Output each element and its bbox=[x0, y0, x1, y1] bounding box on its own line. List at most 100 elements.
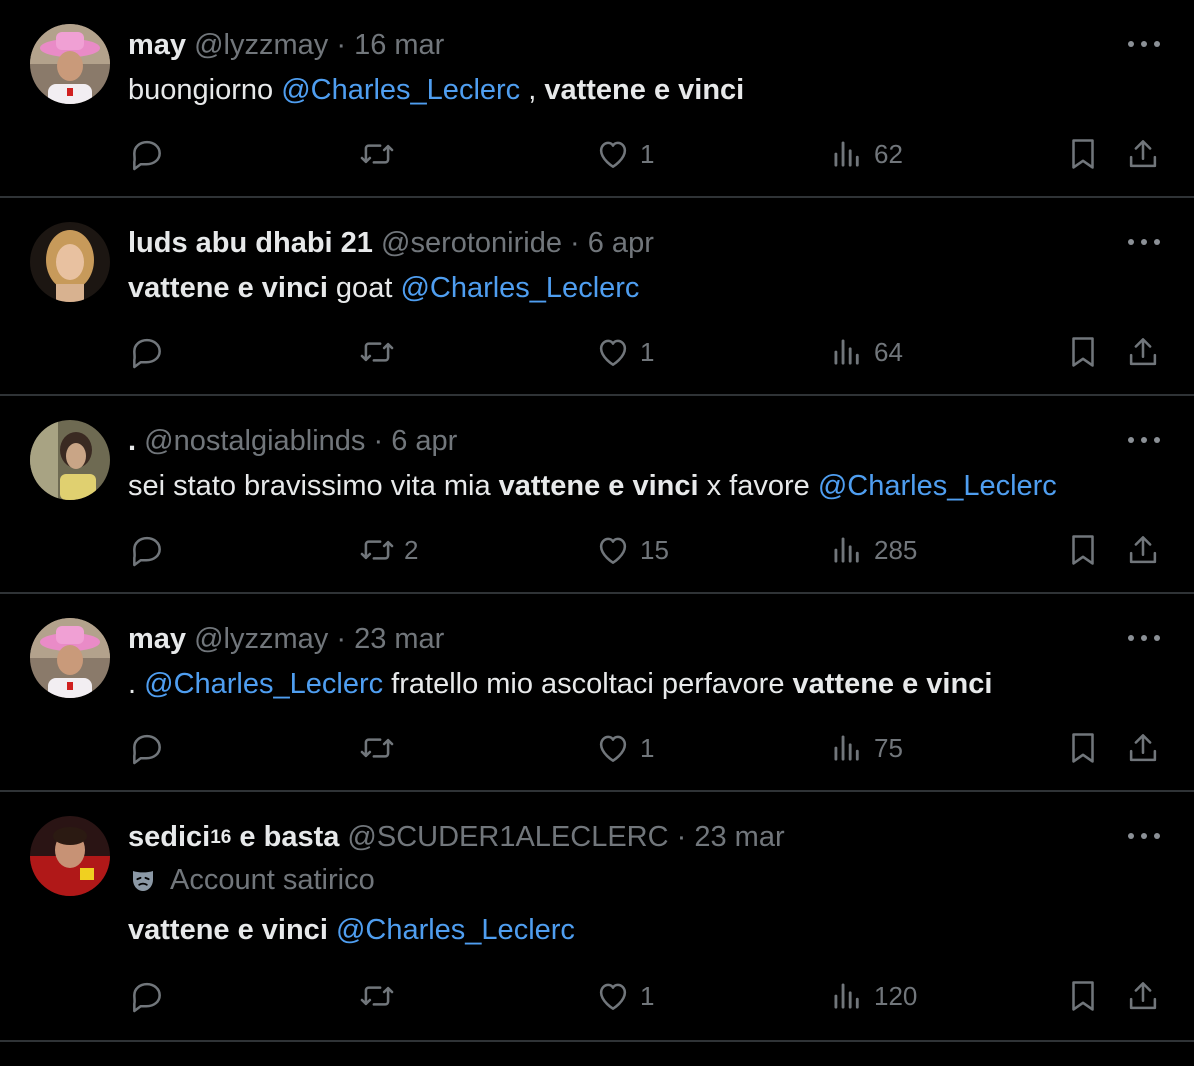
tweet-header: . @nostalgiablinds · 6 apr bbox=[128, 424, 457, 458]
retweet-icon bbox=[360, 342, 394, 362]
avatar[interactable] bbox=[30, 816, 110, 896]
reply-button[interactable] bbox=[128, 530, 174, 570]
display-name-superscript: 16 bbox=[210, 827, 232, 848]
bookmark-icon bbox=[1072, 139, 1094, 169]
reply-icon bbox=[133, 338, 161, 369]
like-button[interactable]: 1 bbox=[594, 332, 654, 372]
display-name[interactable]: may bbox=[128, 29, 186, 61]
tweet-actions: 1 64 bbox=[128, 332, 1194, 372]
bold-phrase: vattene e vinci bbox=[128, 272, 328, 304]
like-button[interactable]: 1 bbox=[594, 728, 654, 768]
retweet-button[interactable] bbox=[358, 976, 404, 1016]
tweet-date[interactable]: 23 mar bbox=[694, 821, 784, 853]
retweet-button[interactable]: 2 bbox=[358, 530, 418, 570]
like-button[interactable]: 1 bbox=[594, 134, 654, 174]
text-part: buongiorno bbox=[128, 74, 282, 106]
like-button[interactable]: 1 bbox=[594, 976, 654, 1016]
views-button[interactable]: 64 bbox=[828, 332, 903, 372]
text-part: sei stato bravissimo vita mia bbox=[128, 470, 499, 502]
separator-dot: · bbox=[365, 425, 392, 457]
mention-link[interactable]: @Charles_Leclerc bbox=[400, 272, 639, 304]
reply-button[interactable] bbox=[128, 134, 174, 174]
share-button[interactable] bbox=[1124, 134, 1162, 174]
bookmark-button[interactable] bbox=[1064, 134, 1102, 174]
tweet-date[interactable]: 6 apr bbox=[391, 425, 457, 457]
like-icon bbox=[599, 983, 627, 1010]
reply-icon bbox=[133, 140, 161, 171]
views-icon bbox=[834, 537, 859, 563]
more-icon[interactable] bbox=[1128, 232, 1160, 252]
user-handle[interactable]: @lyzzmay bbox=[194, 29, 328, 61]
share-button[interactable] bbox=[1124, 530, 1162, 570]
reply-button[interactable] bbox=[128, 728, 174, 768]
user-handle[interactable]: @lyzzmay bbox=[194, 623, 328, 655]
satire-mask-icon bbox=[133, 870, 153, 891]
display-name-text: sedici bbox=[128, 821, 211, 853]
bookmark-button[interactable] bbox=[1064, 976, 1102, 1016]
share-icon bbox=[1129, 536, 1157, 564]
avatar[interactable] bbox=[30, 420, 110, 500]
reply-button[interactable] bbox=[128, 976, 174, 1016]
bookmark-icon bbox=[1072, 981, 1094, 1011]
share-button[interactable] bbox=[1124, 976, 1162, 1016]
tweet-date[interactable]: 23 mar bbox=[354, 623, 444, 655]
bookmark-button[interactable] bbox=[1064, 332, 1102, 372]
user-handle[interactable]: @serotoniride bbox=[381, 227, 562, 259]
display-name[interactable]: luds abu dhabi 21 bbox=[128, 227, 373, 259]
tweet-text: vattene e vinci goat @Charles_Leclerc bbox=[128, 270, 639, 306]
tweet[interactable]: luds abu dhabi 21 @serotoniride · 6 apr … bbox=[0, 198, 1194, 396]
mention-link[interactable]: @Charles_Leclerc bbox=[281, 74, 520, 106]
display-name[interactable]: may bbox=[128, 623, 186, 655]
more-icon[interactable] bbox=[1128, 826, 1160, 846]
more-icon[interactable] bbox=[1128, 628, 1160, 648]
bookmark-button[interactable] bbox=[1064, 530, 1102, 570]
account-label-text: Account satirico bbox=[170, 864, 375, 896]
views-button[interactable]: 285 bbox=[828, 530, 917, 570]
more-icon[interactable] bbox=[1128, 430, 1160, 450]
tweet[interactable]: . @nostalgiablinds · 6 apr sei stato bra… bbox=[0, 396, 1194, 594]
views-button[interactable]: 75 bbox=[828, 728, 903, 768]
like-button[interactable]: 15 bbox=[594, 530, 669, 570]
avatar[interactable] bbox=[30, 24, 110, 104]
avatar-image bbox=[30, 420, 110, 500]
retweet-button[interactable] bbox=[358, 728, 404, 768]
avatar[interactable] bbox=[30, 222, 110, 302]
separator-dot: · bbox=[328, 29, 355, 61]
share-icon bbox=[1129, 140, 1157, 168]
text-part: , bbox=[520, 74, 545, 106]
views-button[interactable]: 120 bbox=[828, 976, 917, 1016]
display-name[interactable]: sedici16 e basta bbox=[128, 821, 339, 853]
more-icon[interactable] bbox=[1128, 34, 1160, 54]
display-name[interactable]: . bbox=[128, 425, 136, 457]
views-icon bbox=[834, 141, 859, 167]
user-handle[interactable]: @SCUDER1ALECLERC bbox=[347, 821, 668, 853]
bold-phrase: vattene e vinci bbox=[498, 470, 699, 502]
retweet-button[interactable] bbox=[358, 332, 404, 372]
mention-link[interactable]: @Charles_Leclerc bbox=[144, 668, 383, 700]
avatar[interactable] bbox=[30, 618, 110, 698]
tweet-actions: 1 75 bbox=[128, 728, 1194, 768]
share-button[interactable] bbox=[1124, 728, 1162, 768]
like-count: 1 bbox=[640, 138, 655, 169]
mention-link[interactable]: @Charles_Leclerc bbox=[336, 914, 575, 946]
share-button[interactable] bbox=[1124, 332, 1162, 372]
retweet-icon bbox=[360, 540, 394, 560]
tweet[interactable]: sedici16 e basta @SCUDER1ALECLERC · 23 m… bbox=[0, 792, 1194, 1042]
bookmark-button[interactable] bbox=[1064, 728, 1102, 768]
tweet-date[interactable]: 16 mar bbox=[354, 29, 444, 61]
tweet-actions: 1 62 bbox=[128, 134, 1194, 174]
bookmark-icon bbox=[1072, 337, 1094, 367]
user-handle[interactable]: @nostalgiablinds bbox=[144, 425, 365, 457]
views-count: 285 bbox=[874, 534, 918, 565]
views-icon bbox=[834, 983, 859, 1009]
tweet-header: may @lyzzmay · 23 mar bbox=[128, 622, 444, 656]
tweet-date[interactable]: 6 apr bbox=[588, 227, 654, 259]
tweet[interactable]: may @lyzzmay · 16 mar buongiorno @Charle… bbox=[0, 0, 1194, 198]
retweet-button[interactable] bbox=[358, 134, 404, 174]
tweet[interactable]: may @lyzzmay · 23 mar . @Charles_Leclerc… bbox=[0, 594, 1194, 792]
mention-link[interactable]: @Charles_Leclerc bbox=[818, 470, 1057, 502]
reply-button[interactable] bbox=[128, 332, 174, 372]
views-count: 64 bbox=[874, 336, 903, 367]
tweet-header: sedici16 e basta @SCUDER1ALECLERC · 23 m… bbox=[128, 820, 785, 854]
views-button[interactable]: 62 bbox=[828, 134, 903, 174]
